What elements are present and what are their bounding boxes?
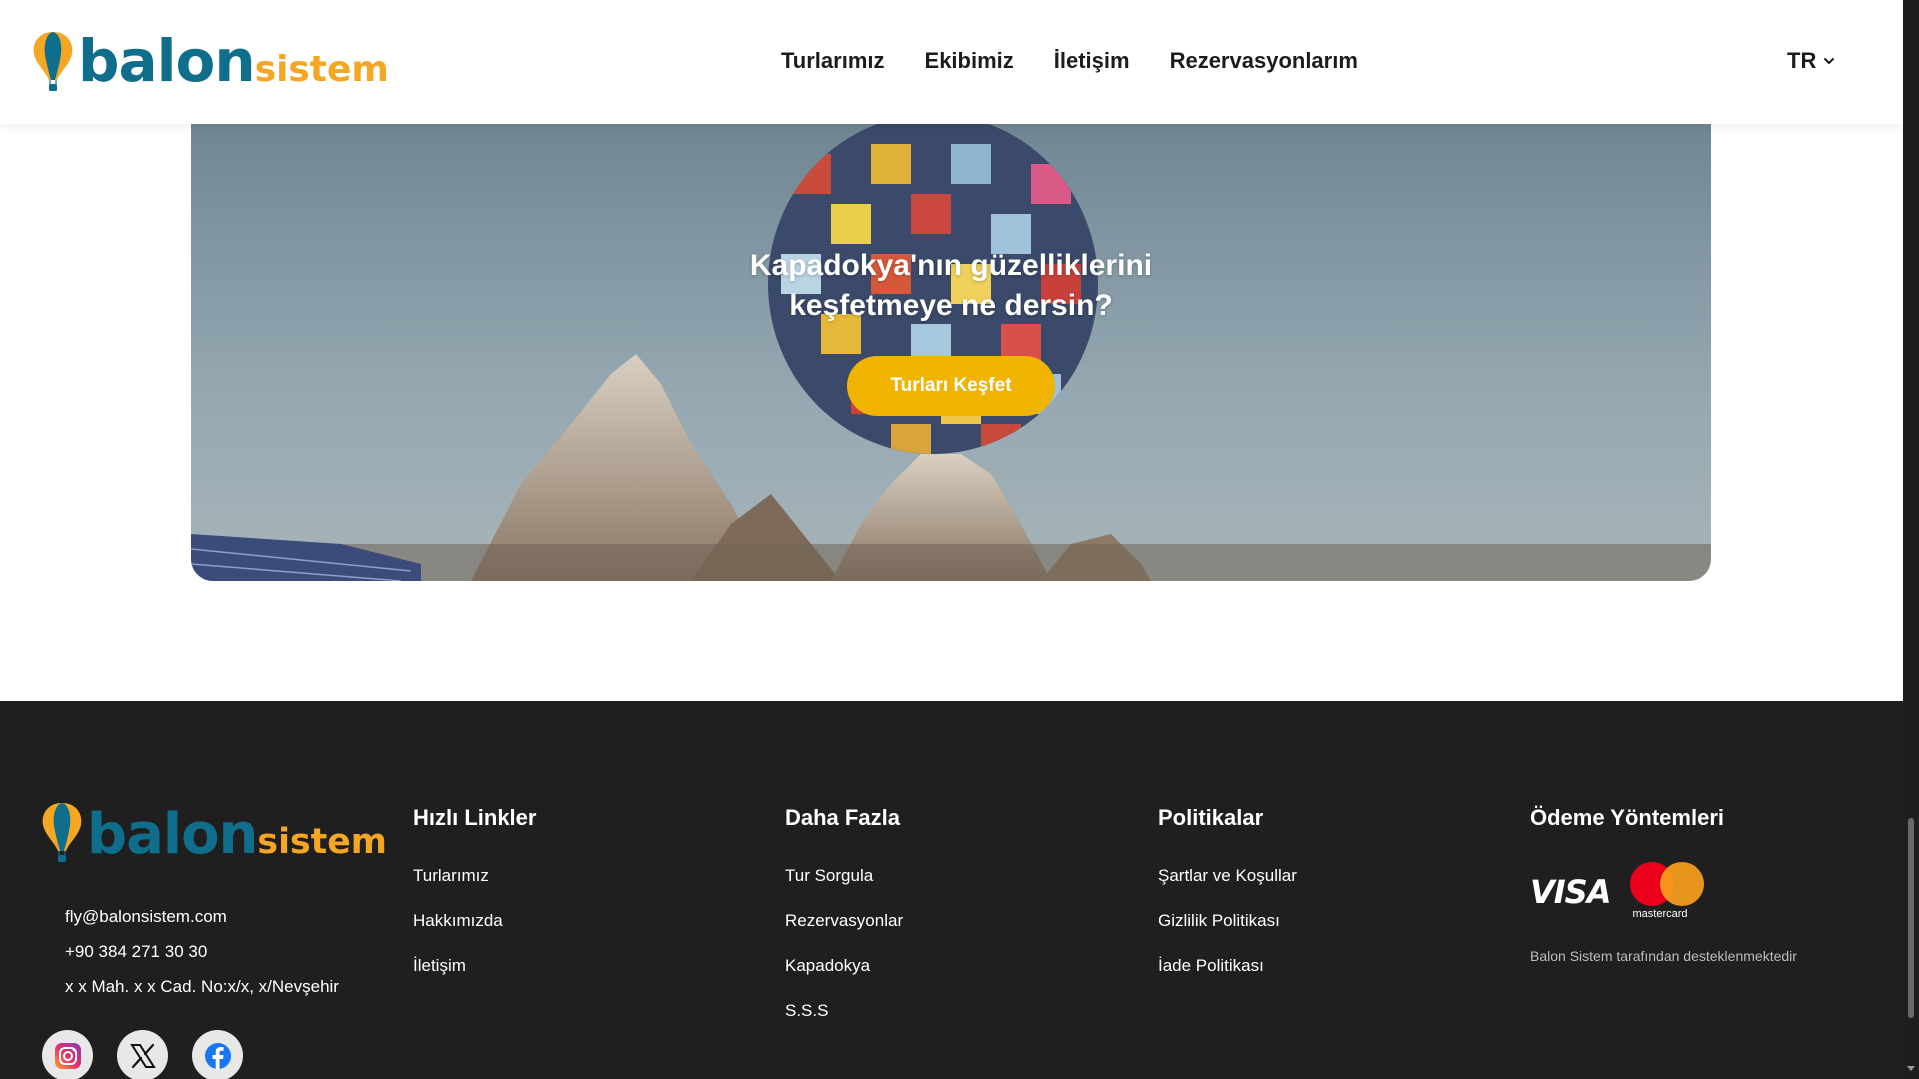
policies-column: Politikalar Şartlar ve Koşullar Gizlilik… <box>1158 805 1297 1001</box>
footer-brand-name-part1: balon <box>87 802 258 867</box>
support-text: Balon Sistem tarafından desteklenmektedi… <box>1530 948 1797 964</box>
footer-link-contact[interactable]: İletişim <box>413 956 536 976</box>
nav-item-team[interactable]: Ekibimiz <box>925 48 1014 74</box>
site-footer: balonsistem fly@balonsistem.com +90 384 … <box>0 701 1903 1079</box>
x-link[interactable] <box>117 1030 168 1079</box>
nav-item-contact[interactable]: İletişim <box>1054 48 1130 74</box>
social-links <box>42 1030 243 1079</box>
mastercard-logo-icon: mastercard <box>1630 862 1705 922</box>
scroll-down-arrow-icon[interactable] <box>1907 1066 1915 1071</box>
payment-column: Ödeme Yöntemleri VISA mastercard Balon S… <box>1530 805 1797 964</box>
facebook-link[interactable] <box>192 1030 243 1079</box>
quick-links-title: Hızlı Linkler <box>413 805 537 830</box>
footer-brand-name-part2: sistem <box>257 822 387 862</box>
hero-title-line2: keşfetmeye ne dersin? <box>789 289 1113 322</box>
language-label: TR <box>1787 48 1817 73</box>
payment-title: Ödeme Yöntemleri <box>1530 805 1724 830</box>
contact-email[interactable]: fly@balonsistem.com <box>65 899 339 934</box>
more-column: Daha Fazla Tur Sorgula Rezervasyonlar Ka… <box>785 805 903 1046</box>
contact-info: fly@balonsistem.com +90 384 271 30 30 x … <box>65 899 339 1004</box>
brand-name-part1: balon <box>78 27 256 95</box>
brand-name-part2: sistem <box>254 49 389 90</box>
site-header: balonsistem Turlarımız Ekibimiz İletişim… <box>0 0 1903 124</box>
footer-link-terms[interactable]: Şartlar ve Koşullar <box>1158 866 1297 886</box>
brand-logo[interactable]: balonsistem <box>30 30 389 94</box>
footer-link-about[interactable]: Hakkımızda <box>413 911 536 931</box>
mastercard-label: mastercard <box>1632 908 1688 920</box>
facebook-icon <box>204 1042 231 1069</box>
payment-methods: VISA mastercard <box>1530 862 1797 922</box>
scrollbar-thumb[interactable] <box>1908 818 1914 1018</box>
balloon-logo-icon <box>42 803 82 862</box>
footer-link-reservations[interactable]: Rezervasyonlar <box>785 911 903 931</box>
hero-banner: Kapadokya'nın güzelliklerini keşfetmeye … <box>191 124 1711 581</box>
footer-link-tours[interactable]: Turlarımız <box>413 866 536 886</box>
contact-phone[interactable]: +90 384 271 30 30 <box>65 934 339 969</box>
quick-links-column: Hızlı Linkler Turlarımız Hakkımızda İlet… <box>413 805 536 1001</box>
more-title: Daha Fazla <box>785 805 900 830</box>
nav-item-reservations[interactable]: Rezervasyonlarım <box>1170 48 1358 74</box>
nav-item-tours[interactable]: Turlarımız <box>781 48 885 74</box>
hero-title: Kapadokya'nın güzelliklerini keşfetmeye … <box>191 246 1711 326</box>
policies-title: Politikalar <box>1158 805 1264 830</box>
balloon-logo-icon <box>33 32 73 91</box>
footer-link-faq[interactable]: S.S.S <box>785 1001 903 1021</box>
x-icon <box>129 1043 156 1068</box>
hero-background-image <box>191 124 1711 581</box>
hero-title-line1: Kapadokya'nın güzelliklerini <box>749 249 1153 282</box>
chevron-down-icon <box>1824 58 1835 64</box>
footer-link-tour-query[interactable]: Tur Sorgula <box>785 866 903 886</box>
footer-link-cappadocia[interactable]: Kapadokya <box>785 956 903 976</box>
footer-link-refund[interactable]: İade Politikası <box>1158 956 1297 976</box>
footer-link-privacy[interactable]: Gizlilik Politikası <box>1158 911 1297 931</box>
main-nav: Turlarımız Ekibimiz İletişim Rezervasyon… <box>781 48 1358 74</box>
page-scrollbar[interactable] <box>1903 0 1919 1079</box>
visa-logo-icon: VISA <box>1530 873 1611 911</box>
footer-brand-logo[interactable]: balonsistem <box>39 801 387 865</box>
language-selector[interactable]: TR <box>1787 48 1835 74</box>
explore-tours-button[interactable]: Turları Keşfet <box>847 356 1055 416</box>
contact-address: x x Mah. x x Cad. No:x/x, x/Nevşehir <box>65 977 339 996</box>
instagram-link[interactable] <box>42 1030 93 1079</box>
instagram-icon <box>54 1042 81 1069</box>
